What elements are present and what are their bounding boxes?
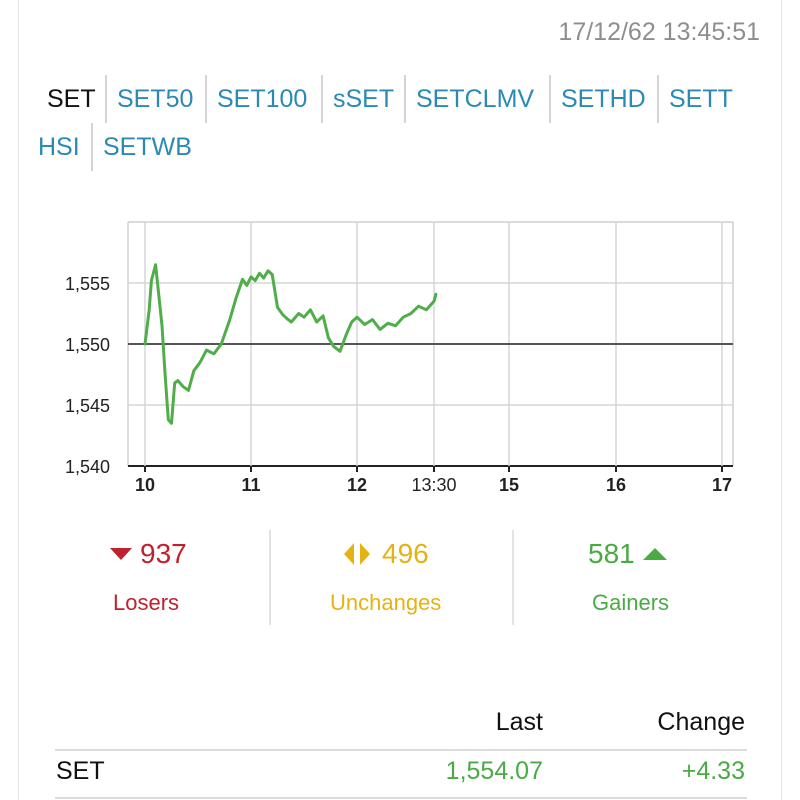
x-tick-label: 17 (712, 475, 732, 495)
index-line-chart: 1,555 1,550 1,545 1,540 10 11 12 13:30 15 16 17 (65, 221, 734, 495)
y-tick-label: 1,550 (65, 335, 110, 355)
up-triangle-icon (642, 548, 667, 560)
y-tick-label: 1,540 (65, 457, 110, 477)
y-tick-label: 1,555 (65, 274, 110, 294)
losers-counter: 937 (110, 538, 187, 570)
column-header-last: Last (495, 708, 543, 736)
gainers-counter: 581 (588, 538, 667, 570)
unchanges-counter: 496 (344, 538, 429, 570)
x-tick-label: 16 (606, 475, 626, 495)
x-tick-label: 10 (135, 475, 155, 495)
down-triangle-icon (110, 548, 132, 560)
x-tick-label: 12 (347, 475, 367, 495)
x-tick-label: 15 (499, 475, 519, 495)
losers-label: Losers (113, 590, 180, 615)
table-divider (55, 749, 747, 751)
x-tick-label: 13:30 (411, 475, 456, 495)
losers-count: 937 (140, 538, 187, 569)
table-divider (55, 797, 747, 799)
gainers-label: Gainers (592, 590, 670, 615)
y-tick-label: 1,545 (65, 396, 110, 416)
column-header-change: Change (657, 708, 745, 736)
row-index-name: SET (56, 757, 105, 785)
unchanges-count: 496 (382, 538, 429, 569)
row-change-value: +4.33 (681, 757, 745, 785)
row-last-value: 1,554.07 (445, 757, 543, 785)
x-tick-label: 11 (241, 475, 260, 495)
stats-divider (269, 530, 271, 625)
unchanged-arrows-icon (344, 543, 370, 565)
unchanges-label: Unchanges (330, 590, 442, 615)
stats-divider (512, 530, 514, 625)
gainers-count: 581 (588, 538, 635, 569)
